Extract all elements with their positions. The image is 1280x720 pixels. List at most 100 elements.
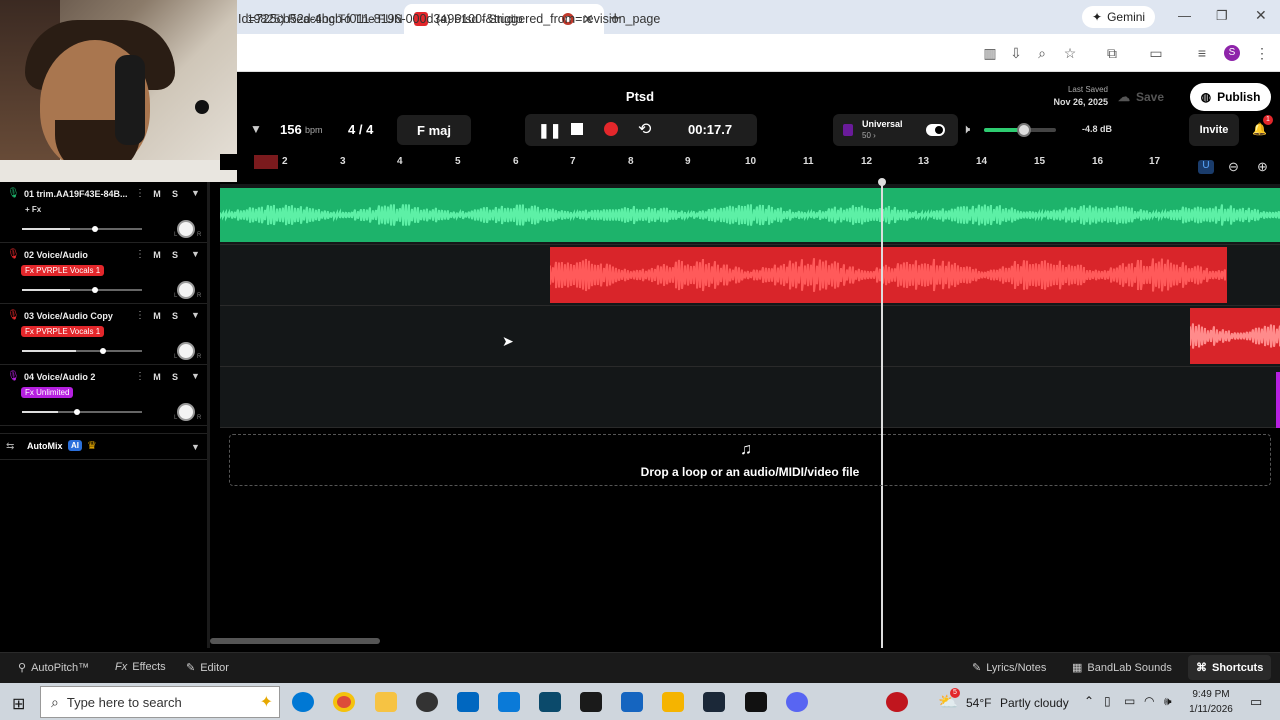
notifications-icon[interactable]: ▭ — [1250, 694, 1262, 710]
discord-app-icon[interactable] — [786, 692, 808, 712]
bpm-value[interactable]: 156 — [280, 122, 302, 137]
audio-region[interactable] — [1190, 308, 1280, 364]
track-volume-slider[interactable] — [22, 226, 142, 232]
steam-app-icon[interactable] — [703, 692, 725, 712]
preset-toggle[interactable] — [926, 124, 945, 136]
automix-chevron-icon[interactable]: ▼ — [191, 442, 200, 452]
volume-icon[interactable]: 🕪 — [1164, 694, 1172, 709]
audio-region[interactable] — [220, 188, 1280, 242]
track-expand-chevron-icon[interactable]: ▼ — [191, 188, 200, 198]
clock-date[interactable]: 1/11/2026 — [1182, 704, 1240, 715]
record-icon[interactable] — [604, 122, 618, 136]
weather-temp[interactable]: 54°F — [966, 696, 991, 710]
pan-knob[interactable] — [177, 220, 195, 238]
maximize-icon[interactable]: ❐ — [1216, 8, 1228, 24]
loop-icon[interactable]: ⟲ — [638, 119, 651, 139]
mute-button[interactable]: M — [150, 309, 164, 323]
track-expand-chevron-icon[interactable]: ▼ — [191, 310, 200, 320]
mute-button[interactable]: M — [150, 370, 164, 384]
bookmark-star-icon[interactable]: ☆ — [1062, 45, 1078, 61]
taskbar-search-box[interactable]: ⌕ Type here to search ✦ — [40, 686, 280, 718]
media-icon[interactable]: ≡ — [1194, 45, 1210, 61]
minimize-icon[interactable]: — — [1178, 8, 1191, 23]
clock-time[interactable]: 9:49 PM — [1186, 689, 1236, 700]
solo-button[interactable]: S — [168, 187, 182, 201]
track-volume-slider[interactable] — [22, 409, 142, 415]
audio-region-edge[interactable] — [1276, 372, 1280, 428]
track-menu-icon[interactable]: ⋮ — [135, 249, 145, 260]
obs-app-icon[interactable] — [416, 692, 438, 712]
loop-region-marker[interactable] — [254, 155, 278, 169]
extensions-icon[interactable]: ⧉ — [1104, 45, 1120, 61]
red-app-icon[interactable] — [886, 692, 908, 712]
wifi-icon[interactable]: ◠ — [1144, 694, 1154, 708]
track-header[interactable]: 🎙 04 Voice/Audio 2 ⋮ M S ▼ Fx Unlimited L R — [0, 365, 210, 426]
tray-device-icon[interactable]: ▯ — [1104, 694, 1111, 708]
track-header[interactable]: 🎙 03 Voice/Audio Copy ⋮ M S ▼ Fx PVRPLE Vocals… — [0, 304, 210, 365]
stop-icon[interactable] — [571, 123, 583, 135]
automix-label[interactable]: AutoMix — [27, 441, 63, 451]
track-fx-badge[interactable]: Fx PVRPLE Vocals 1 — [21, 265, 105, 276]
solo-button[interactable]: S — [168, 309, 182, 323]
snap-magnet-icon[interactable]: U — [1198, 160, 1214, 174]
disney-app-icon[interactable] — [539, 692, 561, 712]
effects-button[interactable]: Fx Effects — [115, 661, 166, 673]
zoom-out-icon[interactable]: ⊖ — [1228, 159, 1239, 175]
app-icon-blue[interactable] — [621, 692, 643, 712]
track-name[interactable]: 02 Voice/Audio — [24, 250, 88, 260]
epic-games-icon[interactable] — [745, 692, 767, 712]
cast-icon[interactable]: ▭ — [1148, 45, 1164, 61]
close-window-icon[interactable]: ✕ — [1255, 7, 1267, 24]
publish-button[interactable]: ◍ Publish — [1190, 83, 1271, 111]
menu-kebab-icon[interactable]: ⋮ — [1254, 45, 1270, 61]
collapse-chevron-icon[interactable]: ▼ — [250, 122, 262, 136]
preset-sub[interactable]: 50 › — [862, 131, 876, 140]
project-title[interactable]: Ptsd — [600, 89, 680, 104]
track-lane[interactable] — [220, 367, 1280, 428]
track-volume-slider[interactable] — [22, 287, 142, 293]
hulu-app-icon[interactable] — [580, 692, 602, 712]
store-app-icon[interactable] — [457, 692, 479, 712]
editor-button[interactable]: ✎ Editor — [186, 661, 229, 675]
master-volume-slider[interactable] — [984, 123, 1056, 137]
track-name[interactable]: 01 trim.AA19F43E-84B... — [24, 189, 128, 199]
horizontal-scrollbar[interactable] — [210, 638, 380, 644]
bandlab-sounds-button[interactable]: ▦ BandLab Sounds — [1072, 661, 1172, 675]
speaker-mute-icon[interactable]: 🕨 — [962, 121, 970, 137]
track-fx-badge[interactable]: + Fx — [21, 204, 45, 215]
time-signature[interactable]: 4 / 4 — [348, 122, 373, 137]
audio-region[interactable] — [550, 247, 1227, 303]
rockstar-app-icon[interactable] — [662, 692, 684, 712]
solo-button[interactable]: S — [168, 370, 182, 384]
shortcuts-button[interactable]: ⌘ Shortcuts — [1188, 655, 1272, 680]
key-selector[interactable]: F maj — [397, 115, 471, 145]
track-lane[interactable] — [220, 306, 1280, 367]
mail-app-icon[interactable] — [498, 692, 520, 712]
profile-avatar[interactable]: S — [1224, 45, 1240, 61]
url-text[interactable]: Id=725cb52d-4bcb-f011-8196-000d3a96100f&… — [238, 12, 660, 26]
track-menu-icon[interactable]: ⋮ — [135, 188, 145, 199]
mute-button[interactable]: M — [150, 248, 164, 262]
reading-mode-icon[interactable]: ▥ — [982, 45, 998, 61]
pan-knob[interactable] — [177, 342, 195, 360]
track-expand-chevron-icon[interactable]: ▼ — [191, 249, 200, 259]
track-menu-icon[interactable]: ⋮ — [135, 310, 145, 321]
preset-name[interactable]: Universal — [862, 119, 903, 129]
track-name[interactable]: 03 Voice/Audio Copy — [24, 311, 113, 321]
playhead[interactable] — [881, 180, 883, 648]
tray-chevron-icon[interactable]: ⌃ — [1084, 694, 1094, 708]
track-menu-icon[interactable]: ⋮ — [135, 371, 145, 382]
track-fx-badge[interactable]: Fx PVRPLE Vocals 1 — [21, 326, 105, 337]
install-app-icon[interactable]: ⇩ — [1008, 45, 1024, 61]
edge-app-icon[interactable] — [292, 692, 314, 712]
weather-desc[interactable]: Partly cloudy — [1000, 696, 1069, 710]
save-button[interactable]: ☁ Save — [1118, 87, 1164, 107]
chrome-app-icon[interactable] — [333, 692, 355, 712]
track-volume-slider[interactable] — [22, 348, 142, 354]
invite-button[interactable]: Invite — [1189, 114, 1239, 146]
pause-icon[interactable]: ❚❚ — [538, 122, 561, 139]
track-name[interactable]: 04 Voice/Audio 2 — [24, 372, 95, 382]
track-expand-chevron-icon[interactable]: ▼ — [191, 371, 200, 381]
track-fx-badge[interactable]: Fx Unlimited — [21, 387, 74, 398]
file-explorer-icon[interactable] — [375, 692, 397, 712]
